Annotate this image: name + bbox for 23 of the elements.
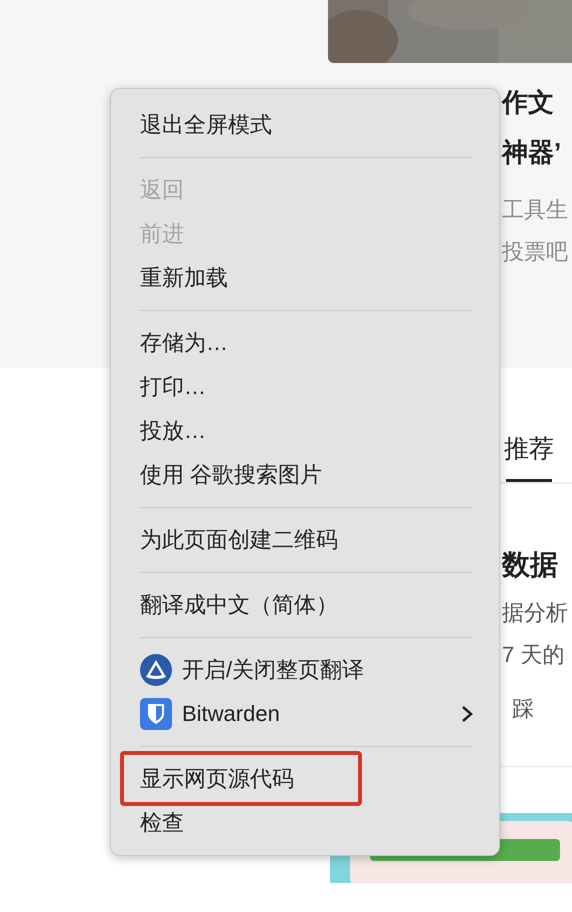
post-summary: 据分析 [502,599,569,627]
menu-item[interactable]: 翻译成中文（简体） [111,583,499,627]
menu-item[interactable]: 开启/关闭整页翻译 [111,648,499,692]
tab[interactable]: 推荐 [504,426,554,482]
menu-item[interactable]: 存储为… [111,321,499,365]
post-summary: 7 天的 [502,641,566,669]
article-summary: 工具生 [502,196,569,224]
menu-item[interactable]: 打印… [111,365,499,409]
article-title: 神器’ [502,136,562,169]
shield-icon [140,698,172,730]
article-summary: 投票吧 [502,238,569,266]
mountain-logo-icon [140,654,172,686]
menu-item[interactable]: Bitwarden [111,692,499,736]
dislike-button[interactable]: 踩 [512,694,572,724]
menu-item[interactable]: 使用 谷歌搜索图片 [111,453,499,497]
article-title: 作文 [502,86,555,119]
menu-item[interactable]: 为此页面创建二维码 [111,518,499,562]
post-title: 数据 [502,548,559,582]
chevron-right-icon [461,705,473,723]
menu-item[interactable]: 重新加载 [111,256,499,300]
highlight-outline: 显示网页源代码 [120,751,362,806]
menu-item[interactable]: 退出全屏模式 [111,103,499,147]
menu-item[interactable]: 投放… [111,409,499,453]
